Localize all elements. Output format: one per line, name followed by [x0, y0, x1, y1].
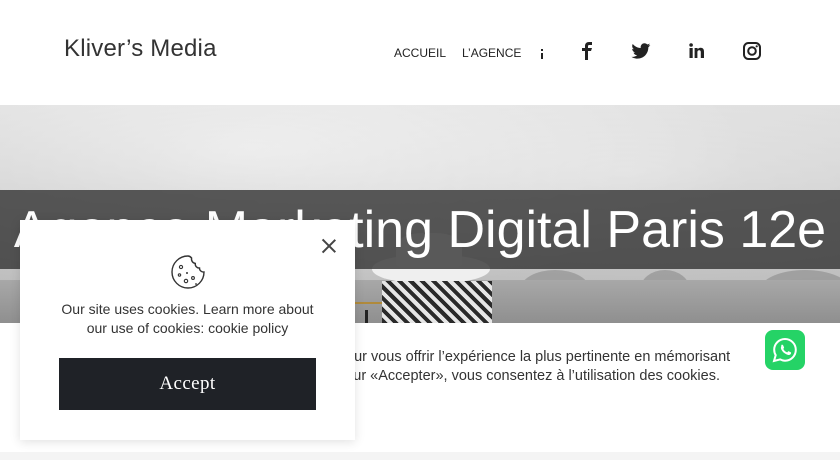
- page-footer-strip: [0, 452, 840, 460]
- facebook-icon[interactable]: [576, 40, 598, 62]
- nav-item-accueil[interactable]: ACCUEIL: [394, 46, 446, 60]
- cookie-policy-link[interactable]: cookie policy: [208, 320, 288, 336]
- whatsapp-icon[interactable]: [765, 330, 805, 370]
- cookie-message: Our site uses cookies. Learn more about …: [50, 300, 325, 338]
- main-nav: ACCUEIL L’AGENCE: [394, 46, 547, 60]
- close-icon[interactable]: [319, 236, 339, 256]
- cookie-popup: Our site uses cookies. Learn more about …: [20, 220, 355, 440]
- twitter-icon[interactable]: [631, 40, 653, 62]
- cookie-notice-line: our vous offrir l’expérience la plus per…: [346, 349, 731, 365]
- cookie-icon: [170, 254, 206, 290]
- cookie-notice-line: sur «Accepter», vous consentez à l’utili…: [346, 368, 720, 384]
- cookie-notice-text: our vous offrir l’expérience la plus per…: [346, 348, 776, 386]
- site-header: Kliver’s Media ACCUEIL L’AGENCE: [0, 0, 840, 105]
- nav-more-icon[interactable]: [537, 46, 547, 60]
- nav-item-agence[interactable]: L’AGENCE: [462, 46, 521, 60]
- linkedin-icon[interactable]: [686, 40, 708, 62]
- accept-button[interactable]: Accept: [59, 358, 316, 410]
- site-logo[interactable]: Kliver’s Media: [64, 35, 217, 63]
- instagram-icon[interactable]: [741, 40, 763, 62]
- page: Kliver’s Media ACCUEIL L’AGENCE Agence M…: [0, 0, 840, 460]
